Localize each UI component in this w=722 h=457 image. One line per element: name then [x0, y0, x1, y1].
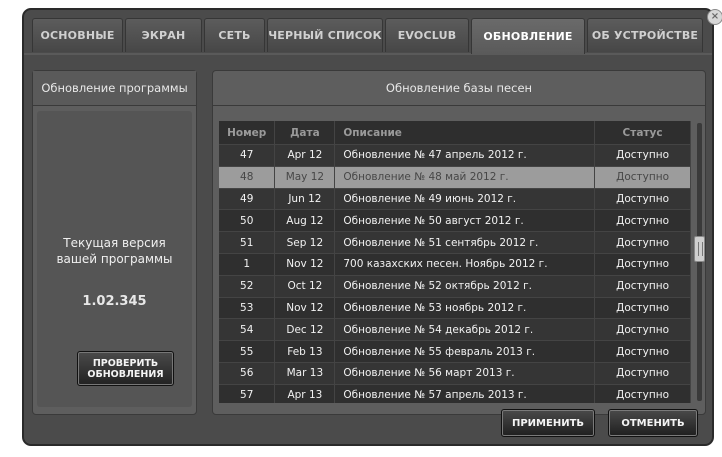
cell-number: 51	[219, 231, 276, 254]
cell-description: Обновление № 52 октябрь 2012 г.	[334, 275, 596, 298]
column-header-description[interactable]: Описание	[334, 121, 596, 145]
cell-number: 50	[219, 209, 276, 233]
tab-about-device[interactable]: ОБ УСТРОЙСТВЕ	[587, 18, 703, 52]
cell-description: Обновление № 50 август 2012 г.	[334, 209, 596, 233]
cell-description: Обновление № 49 июнь 2012 г.	[334, 188, 596, 211]
cell-status: Доступно	[594, 144, 691, 167]
current-version-label-line1: Текущая версия	[63, 236, 166, 250]
cell-number: 1	[219, 253, 276, 276]
check-updates-button[interactable]: ПРОВЕРИТЬ ОБНОВЛЕНИЯ	[77, 351, 174, 386]
cell-description: Обновление № 56 март 2013 г.	[334, 362, 596, 385]
cell-status: Доступно	[594, 231, 691, 254]
cell-number: 55	[219, 340, 276, 363]
table-row[interactable]: 1 Nov 12 700 казахских песен. Ноябрь 2012 …	[219, 253, 691, 276]
close-icon[interactable]: ×	[707, 9, 722, 25]
tab-general[interactable]: ОСНОВНЫЕ	[32, 18, 123, 52]
current-version-value: 1.02.345	[82, 294, 147, 309]
cell-number: 49	[219, 188, 276, 211]
tab-network[interactable]: СЕТЬ	[204, 18, 265, 52]
cell-status: Доступно	[594, 188, 691, 211]
cell-date: May 12	[274, 166, 336, 189]
current-version-label-line2: вашей программы	[56, 252, 173, 266]
table-row[interactable]: 50 Aug 12 Обновление № 50 август 2012 г. До…	[219, 209, 691, 233]
cell-status: Доступно	[594, 297, 691, 320]
current-version-label: Текущая версия вашей программы	[37, 235, 192, 267]
cell-status: Доступно	[594, 209, 691, 233]
table-scrollbar-thumb[interactable]	[694, 236, 705, 262]
column-header-date[interactable]: Дата	[274, 121, 336, 145]
table-row[interactable]: 52 Oct 12 Обновление № 52 октябрь 2012 г. Д…	[219, 275, 691, 298]
table-row[interactable]: 51 Sep 12 Обновление № 51 сентябрь 2012 г.…	[219, 231, 691, 254]
cell-date: Nov 12	[274, 297, 336, 320]
column-header-number[interactable]: Номер	[219, 121, 276, 145]
cell-status: Доступно	[594, 362, 691, 385]
table-row[interactable]: 48 May 12 Обновление № 48 май 2012 г. Досту…	[219, 166, 691, 189]
tab-blacklist[interactable]: ЧЕРНЫЙ СПИСОК	[267, 18, 383, 52]
cancel-button[interactable]: ОТМЕНИТЬ	[608, 409, 698, 437]
cell-description: Обновление № 57 апрель 2013 г.	[334, 384, 596, 403]
tab-bar: ОСНОВНЫЕ ЭКРАН СЕТЬ ЧЕРНЫЙ СПИСОК EVOCLU…	[32, 18, 705, 54]
cell-date: Apr 12	[274, 144, 336, 167]
tab-update[interactable]: ОБНОВЛЕНИЕ	[471, 18, 585, 54]
cell-date: Mar 13	[274, 362, 336, 385]
cell-date: Apr 13	[274, 384, 336, 403]
table-header-row: Номер Дата Описание Статус	[219, 121, 691, 145]
cell-description: Обновление № 47 апрель 2012 г.	[334, 144, 596, 167]
table-row[interactable]: 53 Nov 12 Обновление № 53 ноябрь 2012 г. До…	[219, 297, 691, 320]
check-updates-label-line1: ПРОВЕРИТЬ	[92, 358, 159, 369]
cell-date: Feb 13	[274, 340, 336, 363]
cell-number: 57	[219, 384, 276, 403]
cell-number: 48	[219, 166, 276, 189]
table-row[interactable]: 47 Apr 12 Обновление № 47 апрель 2012 г. До…	[219, 144, 691, 167]
cell-date: Sep 12	[274, 231, 336, 254]
table-scrollbar-track[interactable]	[697, 123, 702, 401]
apply-button[interactable]: ПРИМЕНИТЬ	[501, 409, 595, 437]
cell-number: 47	[219, 144, 276, 167]
updates-table-container: Номер Дата Описание Статус 47 Apr 12 Обнов…	[219, 121, 691, 403]
program-update-panel: Обновление программы Текущая версия ваше…	[32, 70, 197, 415]
table-row[interactable]: 54 Dec 12 Обновление № 54 декабрь 2012 г. Д…	[219, 318, 691, 342]
song-db-update-panel: Обновление базы песен Номер Дата Описани…	[212, 70, 706, 415]
update-settings-window: ОСНОВНЫЕ ЭКРАН СЕТЬ ЧЕРНЫЙ СПИСОК EVOCLU…	[22, 8, 714, 446]
table-row[interactable]: 57 Apr 13 Обновление № 57 апрель 2013 г. До…	[219, 384, 691, 403]
cell-number: 54	[219, 318, 276, 342]
cell-date: Dec 12	[274, 318, 336, 342]
cell-status: Доступно	[594, 318, 691, 342]
table-row[interactable]: 55 Feb 13 Обновление № 55 февраль 2013 г. Д…	[219, 340, 691, 363]
cell-description: Обновление № 51 сентябрь 2012 г.	[334, 231, 596, 254]
cell-description: 700 казахских песен. Ноябрь 2012 г.	[334, 253, 596, 276]
cell-number: 56	[219, 362, 276, 385]
cell-date: Oct 12	[274, 275, 336, 298]
cell-status: Доступно	[594, 384, 691, 403]
cell-number: 53	[219, 297, 276, 320]
program-update-title: Обновление программы	[33, 71, 196, 106]
cell-status: Доступно	[594, 253, 691, 276]
cell-date: Jun 12	[274, 188, 336, 211]
column-header-status[interactable]: Статус	[594, 121, 691, 145]
check-updates-label-line2: ОБНОВЛЕНИЯ	[87, 369, 164, 380]
cell-status: Доступно	[594, 275, 691, 298]
cell-description: Обновление № 48 май 2012 г.	[334, 166, 596, 189]
song-db-update-title: Обновление базы песен	[213, 71, 705, 106]
cell-description: Обновление № 55 февраль 2013 г.	[334, 340, 596, 363]
tab-evoclub[interactable]: EVOCLUB	[385, 18, 469, 52]
cell-status: Доступно	[594, 166, 691, 189]
cell-status: Доступно	[594, 340, 691, 363]
tab-screen[interactable]: ЭКРАН	[125, 18, 202, 52]
table-row[interactable]: 49 Jun 12 Обновление № 49 июнь 2012 г. Дост…	[219, 188, 691, 211]
updates-table-body: 47 Apr 12 Обновление № 47 апрель 2012 г. До…	[219, 144, 691, 403]
table-row[interactable]: 56 Mar 13 Обновление № 56 март 2013 г. Дост…	[219, 362, 691, 385]
cell-description: Обновление № 54 декабрь 2012 г.	[334, 318, 596, 342]
cell-number: 52	[219, 275, 276, 298]
cell-date: Nov 12	[274, 253, 336, 276]
cell-date: Aug 12	[274, 209, 336, 233]
updates-table: Номер Дата Описание Статус 47 Apr 12 Обнов…	[219, 121, 691, 403]
cell-description: Обновление № 53 ноябрь 2012 г.	[334, 297, 596, 320]
